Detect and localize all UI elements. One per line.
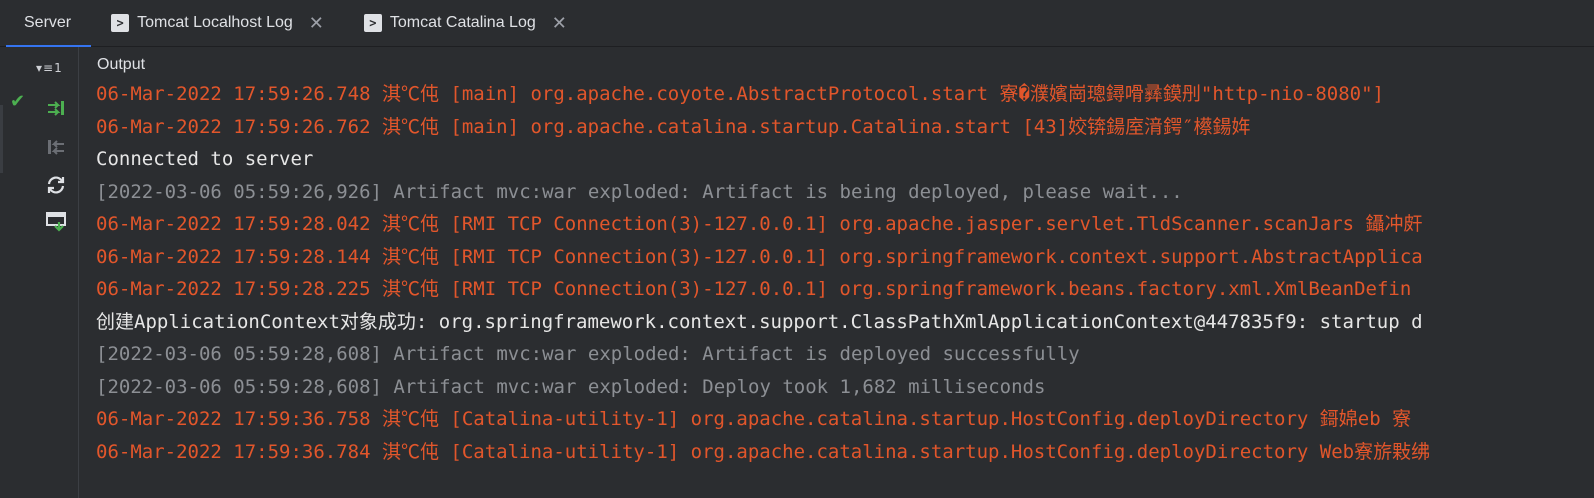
check-icon: ✔ — [10, 91, 26, 112]
terminal-icon: > — [111, 14, 130, 32]
refresh-icon[interactable] — [44, 173, 68, 197]
tree-toggle-count: 1 — [54, 61, 62, 75]
close-icon[interactable]: ✕ — [309, 13, 324, 34]
tab-tomcat-catalina-log-label: Tomcat Catalina Log — [389, 14, 536, 31]
undeploy-icon[interactable] — [44, 135, 68, 159]
services-toolstrip: ▾ ≡ 1 ✔ — [0, 47, 79, 498]
update-icon[interactable] — [44, 209, 68, 233]
tab-tomcat-catalina-log[interactable]: > Tomcat Catalina Log ✕ — [344, 0, 587, 46]
tab-tomcat-localhost-log[interactable]: > Tomcat Localhost Log ✕ — [91, 0, 344, 46]
console-line: 06-Mar-2022 17:59:26.748 淇℃伅 [main] org.… — [96, 83, 1384, 105]
close-icon[interactable]: ✕ — [552, 13, 567, 34]
deploy-all-icon[interactable] — [44, 96, 68, 120]
tab-server-label: Server — [24, 14, 72, 31]
console-line: 创建ApplicationContext对象成功: org.springfram… — [96, 310, 1423, 333]
console-line: 06-Mar-2022 17:59:28.144 淇℃伅 [RMI TCP Co… — [96, 245, 1423, 268]
console-line: [2022-03-06 05:59:28,608] Artifact mvc:w… — [96, 343, 1080, 365]
tab-server[interactable]: Server — [0, 0, 92, 47]
console-line: 06-Mar-2022 17:59:36.758 淇℃伅 [Catalina-u… — [96, 408, 1412, 430]
tree-toggle-button[interactable]: ▾ ≡ 1 — [36, 61, 62, 75]
console-output[interactable]: 06-Mar-2022 17:59:26.748 淇℃伅 [main] org.… — [96, 78, 1594, 498]
tab-tomcat-localhost-log-label: Tomcat Localhost Log — [137, 14, 293, 31]
dropdown-caret-icon: ▾ — [36, 61, 43, 75]
output-label: Output — [97, 56, 146, 73]
console-line: [2022-03-06 05:59:28,608] Artifact mvc:w… — [96, 375, 1046, 398]
console-line: 06-Mar-2022 17:59:36.784 淇℃伅 [Catalina-u… — [96, 440, 1431, 463]
selection-indicator — [0, 105, 3, 173]
tool-window-tab-bar: Server > Tomcat Localhost Log ✕ > Tomcat… — [0, 0, 1594, 47]
console-line: 06-Mar-2022 17:59:26.762 淇℃伅 [main] org.… — [96, 115, 1251, 138]
list-icon: ≡ — [43, 61, 54, 75]
console-line: 06-Mar-2022 17:59:28.042 淇℃伅 [RMI TCP Co… — [96, 213, 1423, 235]
console-line: Connected to server — [96, 148, 314, 170]
console-line: [2022-03-06 05:59:26,926] Artifact mvc:w… — [96, 180, 1183, 203]
console-line: 06-Mar-2022 17:59:28.225 淇℃伅 [RMI TCP Co… — [96, 278, 1412, 300]
terminal-icon: > — [363, 14, 382, 32]
